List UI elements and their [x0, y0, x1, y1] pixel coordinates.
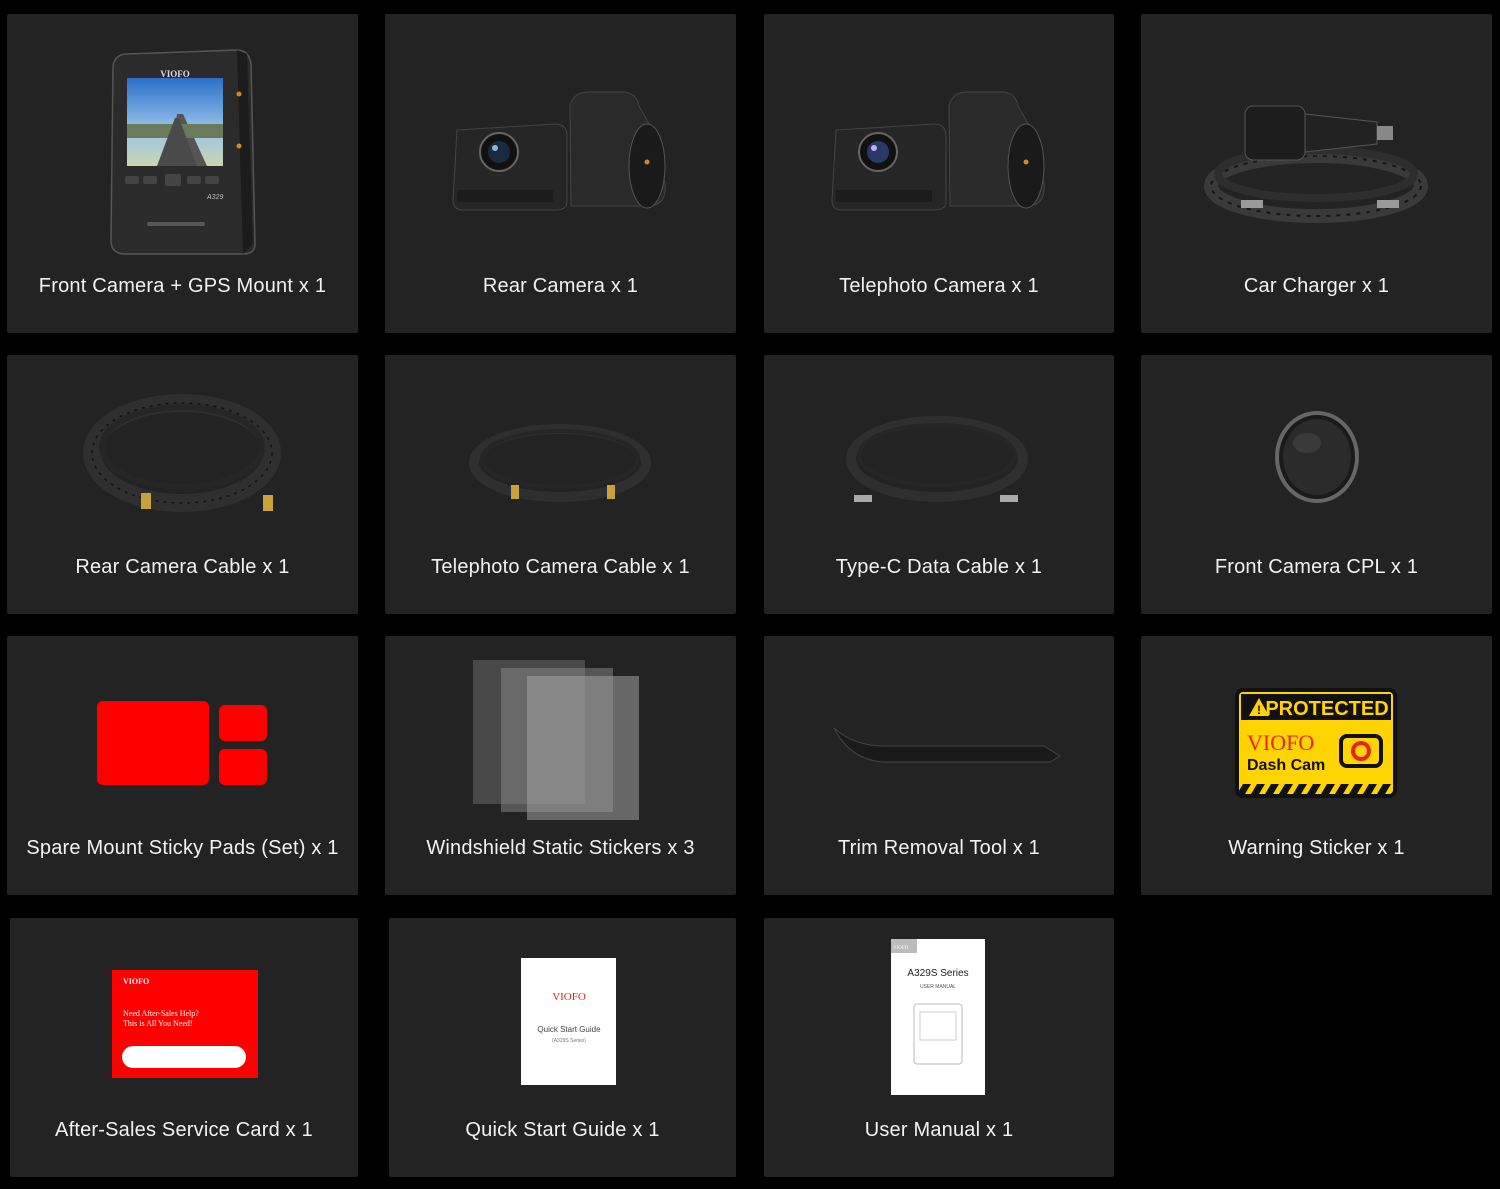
item-label: After-Sales Service Card x 1: [55, 1119, 313, 1141]
item-label: User Manual x 1: [864, 1119, 1014, 1141]
sticker-brand: VIOFO: [1247, 730, 1314, 755]
item-label: Type-C Data Cable x 1: [835, 556, 1043, 578]
item-card-telephoto-camera-cable: Telephoto Camera Cable x 1: [385, 355, 736, 614]
svg-text:!: !: [1257, 703, 1261, 717]
item-card-service-card: VIOFO Need After-Sales Help? This is All…: [10, 918, 358, 1177]
sticky-pads-icon: [7, 636, 358, 836]
guide-title: Quick Start Guide: [537, 1025, 601, 1034]
item-label: Telephoto Camera x 1: [839, 275, 1039, 297]
item-card-car-charger: Car Charger x 1: [1141, 14, 1492, 333]
item-label: Rear Camera x 1: [482, 275, 639, 297]
item-card-sticky-pads: Spare Mount Sticky Pads (Set) x 1: [7, 636, 358, 895]
item-card-rear-camera-cable: Rear Camera Cable x 1: [7, 355, 358, 614]
camera-model: A329: [206, 194, 223, 201]
trim-tool-icon: [764, 636, 1114, 836]
cpl-filter-icon: [1141, 355, 1492, 555]
item-label: Front Camera + GPS Mount x 1: [38, 275, 327, 297]
card-brand: VIOFO: [123, 977, 149, 986]
item-card-warning-sticker: ! PROTECTED VIOFO Dash Cam Warning Stick…: [1141, 636, 1492, 895]
item-card-front-camera: VIOFO A329 Front Camera + GPS Mount x 1: [7, 14, 358, 333]
item-card-rear-camera: Rear Camera x 1: [385, 14, 736, 333]
camera-brand: VIOFO: [160, 69, 190, 79]
rear-camera-icon: [385, 14, 736, 264]
car-charger-icon: [1141, 14, 1492, 264]
item-label: Quick Start Guide x 1: [465, 1119, 660, 1141]
item-card-type-c-cable: Type-C Data Cable x 1: [764, 355, 1114, 614]
item-label: Rear Camera Cable x 1: [75, 556, 290, 578]
sticker-headline: PROTECTED: [1265, 698, 1388, 720]
item-label: Telephoto Camera Cable x 1: [431, 556, 690, 578]
sticker-subtitle: Dash Cam: [1247, 757, 1325, 774]
coiled-cable-icon: [7, 355, 358, 555]
card-line2: This is All You Need!: [123, 1019, 193, 1028]
usb-c-cable-icon: [764, 355, 1114, 555]
item-label: Windshield Static Stickers x 3: [426, 837, 695, 859]
item-label: Front Camera CPL x 1: [1214, 556, 1419, 578]
quick-start-guide-icon: VIOFO Quick Start Guide (A329S Series): [389, 918, 736, 1118]
manual-brand: VIOFO: [893, 946, 909, 951]
item-label: Car Charger x 1: [1243, 275, 1390, 297]
item-label: Warning Sticker x 1: [1228, 837, 1405, 859]
service-card-icon: VIOFO Need After-Sales Help? This is All…: [10, 918, 358, 1118]
manual-subtitle: USER MANUAL: [920, 984, 956, 990]
coiled-cable-icon: [385, 355, 736, 555]
user-manual-icon: VIOFO A329S Series USER MANUAL: [764, 918, 1114, 1118]
warning-sticker-icon: ! PROTECTED VIOFO Dash Cam: [1141, 636, 1492, 836]
guide-brand: VIOFO: [552, 991, 586, 1003]
card-line1: Need After-Sales Help?: [123, 1009, 199, 1018]
item-card-front-camera-cpl: Front Camera CPL x 1: [1141, 355, 1492, 614]
item-label: Trim Removal Tool x 1: [837, 837, 1041, 859]
item-card-trim-tool: Trim Removal Tool x 1: [764, 636, 1114, 895]
item-card-user-manual: VIOFO A329S Series USER MANUAL User Manu…: [764, 918, 1114, 1177]
item-card-quick-start-guide: VIOFO Quick Start Guide (A329S Series) Q…: [389, 918, 736, 1177]
item-card-static-stickers: Windshield Static Stickers x 3: [385, 636, 736, 895]
telephoto-camera-icon: [764, 14, 1114, 264]
dashcam-front-icon: VIOFO A329: [7, 14, 358, 264]
item-label: Spare Mount Sticky Pads (Set) x 1: [26, 837, 339, 859]
static-stickers-icon: [385, 636, 736, 836]
manual-title: A329S Series: [907, 968, 968, 979]
guide-subtitle: (A329S Series): [552, 1038, 586, 1044]
item-card-telephoto-camera: Telephoto Camera x 1: [764, 14, 1114, 333]
